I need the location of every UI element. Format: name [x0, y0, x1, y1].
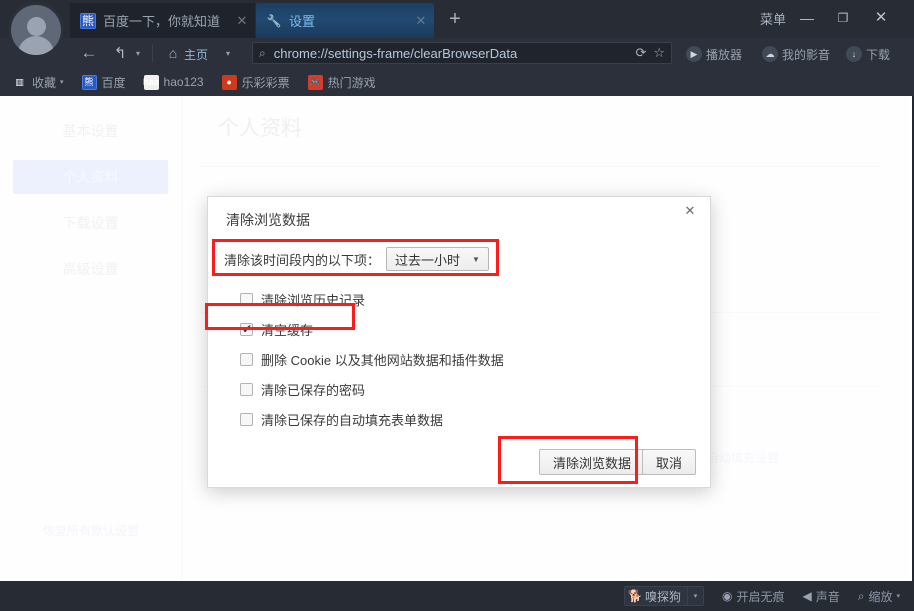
title-bar: 熊 百度一下，你就知道 ✕ 🔧 设置 ✕ + 菜单 — ❐ ✕	[0, 0, 914, 38]
bookmark-hao123[interactable]: hao hao123	[143, 74, 204, 90]
tab-baidu[interactable]: 熊 百度一下，你就知道 ✕	[70, 3, 255, 38]
checkbox-label: 清除已保存的密码	[261, 382, 366, 398]
checkbox-history[interactable]	[240, 292, 253, 306]
menu-button[interactable]: 菜单	[760, 9, 786, 28]
search-icon: ⌕	[259, 45, 266, 60]
chevron-down-icon[interactable]: ▾	[222, 41, 234, 65]
magnifier-icon: ⌕	[857, 588, 865, 603]
tab-label: 百度一下，你就知道	[103, 14, 221, 29]
time-range-row: 清除该时间段内的以下项： 过去一小时 ▼	[224, 244, 489, 274]
dog-icon: 🐕	[627, 589, 643, 603]
my-media-label: 我的影音	[782, 47, 831, 62]
forward-icon[interactable]: ↰	[110, 41, 130, 65]
bookmark-label: 收藏	[32, 75, 57, 90]
avatar-body	[18, 36, 54, 55]
reload-icon[interactable]: ⟳	[635, 45, 646, 61]
maximize-button[interactable]: ❐	[828, 6, 858, 30]
eye-icon: ◉	[721, 589, 733, 603]
avatar[interactable]	[8, 2, 64, 58]
checkbox-row-autofill[interactable]: 清除已保存的自动填充表单数据	[240, 409, 443, 429]
chevron-down-icon[interactable]: ▾	[896, 592, 900, 600]
time-range-value: 过去一小时	[395, 252, 461, 268]
speaker-icon: ◀	[802, 589, 812, 603]
avatar-head	[26, 17, 46, 36]
chevron-down-icon[interactable]: ▾	[132, 41, 144, 65]
checkbox-cookies[interactable]	[240, 352, 253, 366]
bookmark-baidu[interactable]: 熊 百度	[81, 74, 126, 91]
bookmark-favorites[interactable]: ▥ 收藏 ▾	[12, 74, 64, 91]
player-label: 播放器	[706, 47, 743, 62]
close-icon[interactable]: ✕	[414, 14, 428, 27]
checkbox-label: 清除浏览历史记录	[261, 292, 366, 308]
clear-browsing-data-dialog: ✕ 清除浏览数据 清除该时间段内的以下项： 过去一小时 ▼ 清除浏览历史记录 清…	[207, 196, 711, 488]
new-tab-button[interactable]: +	[442, 8, 468, 32]
clear-data-button[interactable]: 清除浏览数据	[539, 449, 646, 475]
checkbox-row-cache[interactable]: 清空缓存	[240, 319, 313, 339]
navigation-bar: ← ↰ ▾ ⌂ 主页 ▾ ⌕ chrome://settings-frame/c…	[0, 38, 914, 68]
chevron-down-icon: ▼	[472, 254, 480, 264]
player-button[interactable]: ▶ 播放器	[686, 44, 742, 64]
checkbox-row-history[interactable]: 清除浏览历史记录	[240, 289, 365, 309]
bookmark-lecai[interactable]: ● 乐彩彩票	[221, 74, 290, 91]
sound-button[interactable]: ◀ 声音	[802, 588, 839, 605]
bookmark-games[interactable]: 🎮 热门游戏	[307, 74, 376, 91]
bookmarks-bar: ▥ 收藏 ▾ 熊 百度 hao hao123 ● 乐彩彩票 🎮 热门游戏	[0, 68, 914, 96]
zoom-label: 缩放	[868, 589, 893, 604]
checkbox-cache[interactable]	[240, 321, 253, 337]
baidu-paw-icon: 熊	[81, 74, 97, 90]
bookmark-label: 热门游戏	[327, 75, 376, 90]
checkbox-label: 清除已保存的自动填充表单数据	[261, 412, 444, 428]
lecai-icon: ●	[221, 74, 237, 90]
download-label: 下载	[866, 47, 891, 62]
play-icon: ▶	[686, 46, 702, 62]
back-icon[interactable]: ←	[78, 41, 100, 65]
book-icon: ▥	[15, 76, 24, 87]
time-range-label: 清除该时间段内的以下项：	[224, 252, 381, 268]
checkbox-label: 清空缓存	[261, 322, 314, 338]
zoom-button[interactable]: ⌕ 缩放 ▾	[858, 588, 900, 605]
cancel-button[interactable]: 取消	[642, 449, 697, 475]
tab-label: 设置	[289, 14, 316, 29]
dialog-title: 清除浏览数据	[226, 212, 310, 228]
checkbox-row-cookies[interactable]: 删除 Cookie 以及其他网站数据和插件数据	[240, 349, 504, 369]
divider	[152, 44, 153, 62]
bookmark-label: 乐彩彩票	[241, 75, 290, 90]
sound-label: 声音	[815, 589, 840, 604]
checkbox-row-passwords[interactable]: 清除已保存的密码	[240, 379, 365, 399]
sniffer-button[interactable]: 🐕 嗅探狗 ▾	[623, 586, 704, 606]
sniffer-label: 嗅探狗	[644, 589, 681, 604]
url-text[interactable]: chrome://settings-frame/clearBrowserData	[274, 46, 629, 61]
game-icon: 🎮	[307, 74, 323, 90]
wrench-icon: 🔧	[266, 13, 282, 28]
status-bar: 🐕 嗅探狗 ▾ ◉ 开启无痕 ◀ 声音 ⌕ 缩放 ▾	[0, 581, 914, 611]
bookmark-label: hao123	[163, 75, 204, 89]
bookmark-star-icon[interactable]: ☆	[653, 45, 665, 61]
download-icon: ↓	[846, 46, 862, 62]
tab-settings[interactable]: 🔧 设置 ✕	[256, 3, 434, 38]
cloud-icon: ☁	[762, 46, 778, 62]
chevron-down-icon[interactable]: ▾	[60, 78, 64, 86]
baidu-paw-icon: 熊	[80, 12, 96, 29]
checkbox-autofill[interactable]	[240, 412, 253, 426]
hao-icon: hao	[143, 74, 159, 90]
address-bar[interactable]: ⌕ chrome://settings-frame/clearBrowserDa…	[252, 42, 672, 64]
home-label[interactable]: 主页	[184, 46, 208, 63]
time-range-select[interactable]: 过去一小时 ▼	[386, 247, 489, 271]
incognito-label: 开启无痕	[736, 589, 785, 604]
bookmark-label: 百度	[101, 75, 126, 90]
dialog-close-icon[interactable]: ✕	[681, 202, 699, 220]
page-content: 基本设置 个人资料 下载设置 高级设置 恢复所有默认设置 个人资料 自动填充设置…	[0, 96, 914, 581]
window-close-button[interactable]: ✕	[866, 6, 896, 30]
download-button[interactable]: ↓ 下载	[846, 44, 890, 64]
chevron-down-icon[interactable]: ▾	[686, 587, 703, 605]
checkbox-passwords[interactable]	[240, 382, 253, 396]
checkbox-label: 删除 Cookie 以及其他网站数据和插件数据	[261, 352, 504, 368]
my-media-button[interactable]: ☁ 我的影音	[762, 44, 830, 64]
minimize-button[interactable]: —	[792, 6, 822, 30]
incognito-button[interactable]: ◉ 开启无痕	[722, 588, 785, 605]
close-icon[interactable]: ✕	[235, 14, 249, 27]
browser-window: 熊 百度一下，你就知道 ✕ 🔧 设置 ✕ + 菜单 — ❐ ✕ ← ↰ ▾ ⌂ …	[0, 0, 914, 611]
home-icon[interactable]: ⌂	[164, 41, 182, 65]
